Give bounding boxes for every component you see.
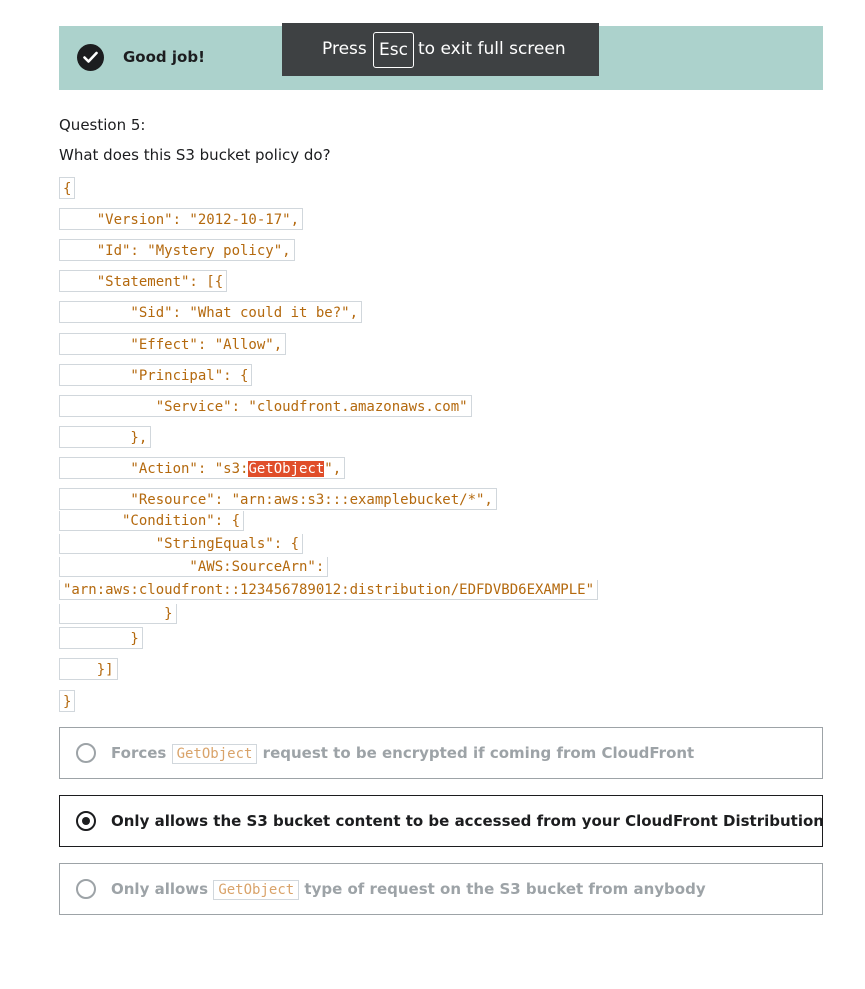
code-segment: "Action": "s3:: [63, 461, 249, 477]
radio-dot-icon: [82, 817, 90, 825]
code-line: "arn:aws:cloudfront::123456789012:distri…: [59, 580, 599, 600]
answer-option-2[interactable]: Only allows the S3 bucket content to be …: [59, 795, 824, 847]
code-line: {: [59, 177, 76, 199]
code-line: },: [59, 426, 152, 448]
answer-option-1[interactable]: Forces GetObject request to be encrypted…: [59, 727, 823, 779]
code-line: }]: [59, 658, 118, 680]
fullscreen-notice-prefix: Press: [322, 39, 367, 59]
fullscreen-notice-suffix: to exit full screen: [418, 39, 566, 59]
radio-button-selected[interactable]: [76, 811, 96, 831]
code-line: }: [59, 627, 143, 649]
code-line: "Statement": [{: [59, 270, 228, 292]
answer-text: Only allows: [111, 880, 209, 898]
code-line: "AWS:SourceArn":: [59, 557, 329, 577]
success-message: Good job!: [123, 48, 205, 66]
code-line: "Id": "Mystery policy",: [59, 239, 295, 261]
question-number: Question 5:: [59, 116, 146, 134]
code-line: }: [59, 604, 177, 624]
code-line-action: "Action": "s3:GetObject",: [59, 457, 346, 479]
code-line: "Version": "2012-10-17",: [59, 208, 304, 230]
inline-code: GetObject: [213, 880, 300, 900]
code-line: }: [59, 690, 76, 712]
answer-text: type of request on the S3 bucket from an…: [304, 880, 706, 898]
answer-option-3[interactable]: Only allows GetObject type of request on…: [59, 863, 823, 915]
fullscreen-notice: Press Esc to exit full screen: [282, 23, 599, 76]
code-line: "Condition": {: [59, 511, 245, 531]
check-circle-icon: [77, 44, 104, 71]
esc-key-badge: Esc: [373, 32, 414, 68]
radio-button[interactable]: [76, 879, 96, 899]
code-segment: ",: [324, 461, 342, 477]
answer-option-text: Only allows the S3 bucket content to be …: [111, 812, 824, 830]
code-line: "Sid": "What could it be?",: [59, 301, 363, 323]
answer-option-text: Only allows GetObject type of request on…: [111, 880, 706, 900]
code-line: "Resource": "arn:aws:s3:::examplebucket/…: [59, 488, 497, 510]
highlighted-code: GetObject: [248, 461, 325, 477]
code-line: "StringEquals": {: [59, 534, 304, 554]
code-line: "Principal": {: [59, 364, 253, 386]
code-line: "Service": "cloudfront.amazonaws.com": [59, 395, 472, 417]
inline-code: GetObject: [171, 744, 258, 764]
answer-text: request to be encrypted if coming from C…: [262, 744, 695, 762]
radio-button[interactable]: [76, 743, 96, 763]
code-line: "Effect": "Allow",: [59, 333, 287, 355]
question-text: What does this S3 bucket policy do?: [59, 146, 331, 164]
answer-text: Forces: [111, 744, 167, 762]
answer-option-text: Forces GetObject request to be encrypted…: [111, 744, 695, 764]
